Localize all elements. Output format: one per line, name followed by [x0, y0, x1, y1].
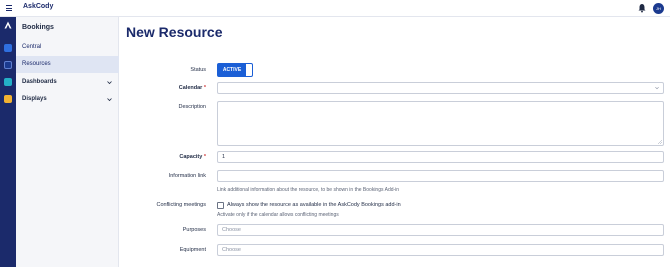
conflicting-meetings-checkbox[interactable] [217, 202, 224, 209]
required-marker: * [203, 154, 206, 160]
sidebar-item-displays[interactable]: Displays [16, 91, 119, 108]
sidebar-item-dashboards[interactable]: Dashboards [16, 74, 119, 91]
chevron-down-icon [655, 86, 659, 90]
avatar[interactable]: JH [653, 3, 664, 14]
capacity-label: Capacity * [179, 154, 206, 160]
calendar-label: Calendar * [179, 85, 206, 91]
sidebar-item-resources[interactable]: Resources [16, 56, 119, 73]
sidebar: Bookings Central Resources Dashboards Di… [16, 17, 119, 267]
required-marker: * [203, 85, 206, 91]
conflicting-meetings-checkbox-label[interactable]: Always show the resource as available in… [227, 202, 401, 208]
description-label: Description [178, 104, 206, 110]
purposes-label: Purposes [182, 227, 206, 233]
status-label: Status [190, 67, 206, 73]
description-textarea[interactable] [217, 101, 664, 146]
information-link-input[interactable] [217, 170, 664, 182]
purposes-select[interactable]: Choose [217, 224, 664, 236]
chevron-down-icon [107, 98, 112, 102]
bell-icon[interactable] [637, 3, 647, 13]
app-name: AskCody [23, 3, 54, 10]
chevron-down-icon [107, 81, 112, 85]
rail-visitors-icon[interactable] [4, 95, 12, 103]
sidebar-item-label: Dashboards [22, 79, 57, 85]
status-toggle-value: ACTIVE [218, 64, 246, 76]
sidebar-item-label: Displays [22, 96, 47, 102]
resize-handle-icon[interactable] [658, 140, 662, 144]
rail-services-icon[interactable] [4, 78, 12, 86]
top-bar: AskCody JH [0, 0, 670, 17]
sidebar-title: Bookings [22, 24, 54, 31]
capacity-input[interactable]: 1 [217, 151, 664, 163]
app-rail [0, 17, 16, 267]
conflicting-meetings-help: Activate only if the calendar allows con… [217, 212, 339, 218]
capacity-label-text: Capacity [179, 154, 203, 160]
conflicting-meetings-label: Conflicting meetings [156, 202, 206, 208]
rail-rooms-icon[interactable] [4, 61, 12, 69]
calendar-select[interactable] [217, 82, 664, 94]
equipment-select[interactable]: Choose [217, 244, 664, 256]
information-link-help: Link additional information about the re… [217, 187, 400, 193]
equipment-label: Equipment [179, 247, 206, 253]
calendar-label-text: Calendar [178, 85, 203, 91]
app-logo-icon[interactable] [4, 21, 12, 29]
sidebar-item-central[interactable]: Central [16, 39, 119, 56]
main-content: New Resource Status ACTIVE Calendar * De… [120, 17, 670, 267]
page-title: New Resource [126, 24, 223, 40]
information-link-label: Information link [168, 173, 206, 179]
rail-bookings-icon[interactable] [4, 44, 12, 52]
status-toggle[interactable]: ACTIVE [217, 63, 253, 77]
menu-icon[interactable] [6, 5, 12, 11]
